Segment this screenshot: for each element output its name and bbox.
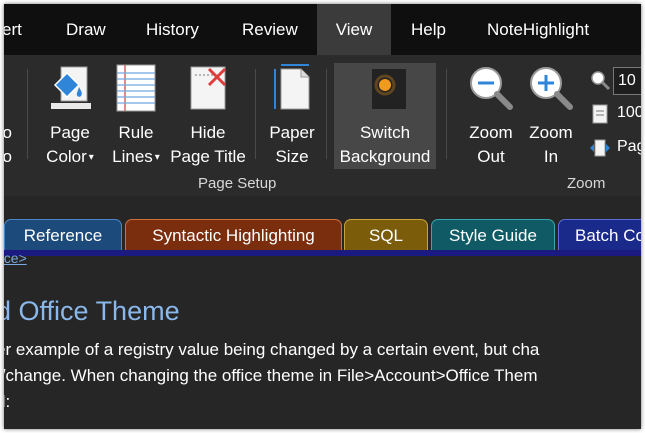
zoom-out-icon xyxy=(470,67,513,110)
hide-page-title-button[interactable]: Hide Page Title xyxy=(166,63,250,173)
ribbon-tab-bar: ert Draw History Review View Help NoteHi… xyxy=(4,4,641,55)
page-text-line: d: xyxy=(4,392,11,411)
zoom-out-label-line1: Zoom xyxy=(469,123,513,142)
page-color-button[interactable]: Page Color ▾ xyxy=(38,63,102,173)
hide-page-title-label-line1: Hide xyxy=(190,123,226,142)
switch-background-label-line2: Background xyxy=(339,147,431,166)
zoom-in-button[interactable]: Zoom In xyxy=(521,63,581,173)
zoom-percentage-input[interactable]: 10 xyxy=(613,67,641,95)
paper-size-icon xyxy=(274,64,310,110)
page-color-label: Page Color ▾ xyxy=(38,121,102,170)
magnifier-icon xyxy=(591,71,611,91)
hide-page-title-label-line2: Page Title xyxy=(170,147,246,166)
page-100-icon xyxy=(592,104,608,124)
onenote-window: ert Draw History Review View Help NoteHi… xyxy=(4,4,641,429)
ribbon-separator xyxy=(27,69,28,159)
tab-insert[interactable]: ert xyxy=(4,4,22,55)
rule-lines-label-line2: Lines xyxy=(112,147,153,166)
page-heading: d Office Theme xyxy=(4,296,180,326)
zoom-100-button[interactable]: 100 xyxy=(589,101,641,127)
tab-notehighlight[interactable]: NoteHighlight xyxy=(487,4,589,55)
page-width-label: Pag xyxy=(617,138,641,155)
rule-lines-label: Rule Lines ▾ xyxy=(107,121,165,170)
page-text-line: :/change. When changing the office theme… xyxy=(4,366,538,385)
cutoff-left-label: o o xyxy=(4,123,12,166)
zoom-percentage-control: 10 xyxy=(589,67,641,95)
section-tab-reference[interactable]: Reference xyxy=(4,219,122,252)
cutoff-left-button[interactable]: o o xyxy=(4,63,14,173)
breadcrumb-link[interactable]: ace> xyxy=(4,250,27,266)
rule-lines-icon xyxy=(116,64,156,112)
page-color-label-line1: Page xyxy=(50,123,90,142)
zoom-out-button[interactable]: Zoom Out xyxy=(461,63,521,173)
tab-draw[interactable]: Draw xyxy=(66,4,106,55)
page-color-label-line2: Color xyxy=(46,147,87,166)
zoom-out-label-line2: Out xyxy=(477,147,505,166)
chevron-down-icon: ▾ xyxy=(154,151,160,163)
zoom-in-label-line2: In xyxy=(543,147,559,166)
zoom-out-label: Zoom Out xyxy=(461,121,521,169)
zoom-100-label: 100 xyxy=(617,104,641,121)
tab-review[interactable]: Review xyxy=(242,4,298,55)
ribbon-separator xyxy=(326,69,327,159)
group-label-page-setup: Page Setup xyxy=(198,175,277,192)
zoom-in-label: Zoom In xyxy=(521,121,581,169)
switch-background-icon xyxy=(372,69,406,109)
page-width-button[interactable]: Pag xyxy=(589,135,641,161)
section-tab-sql[interactable]: SQL xyxy=(344,219,428,252)
chevron-down-icon: ▾ xyxy=(88,151,94,163)
section-tab-batch[interactable]: Batch Co xyxy=(558,219,641,252)
ribbon-separator xyxy=(255,69,256,159)
zoom-in-icon xyxy=(530,67,573,110)
paper-size-label-line2: Size xyxy=(275,147,309,166)
section-tab-syntactic-highlighting[interactable]: Syntactic Highlighting xyxy=(125,219,342,252)
paper-size-label: Paper Size xyxy=(262,121,322,169)
tab-history[interactable]: History xyxy=(146,4,199,55)
paper-size-label-line1: Paper xyxy=(269,123,315,142)
page-text-line: er example of a registry value being cha… xyxy=(4,340,540,359)
rule-lines-label-line1: Rule xyxy=(118,123,154,142)
rule-lines-button[interactable]: Rule Lines ▾ xyxy=(107,63,165,173)
tab-view[interactable]: View xyxy=(317,4,391,55)
hide-page-title-icon xyxy=(190,66,227,110)
zoom-in-label-line1: Zoom xyxy=(529,123,573,142)
ribbon-separator xyxy=(446,69,447,159)
paper-size-button[interactable]: Paper Size xyxy=(262,63,322,173)
page-color-icon xyxy=(51,66,91,109)
section-tab-style-guide[interactable]: Style Guide xyxy=(431,219,555,252)
switch-background-label-line1: Switch xyxy=(359,123,411,142)
page-canvas[interactable]: ace> d Office Theme er example of a regi… xyxy=(4,250,641,429)
group-label-zoom: Zoom xyxy=(567,175,606,192)
page-width-icon xyxy=(590,139,610,157)
section-tab-bar: Reference Syntactic Highlighting SQL Sty… xyxy=(4,196,641,252)
hide-page-title-label: Hide Page Title xyxy=(166,121,250,169)
switch-background-label: Switch Background xyxy=(334,121,436,169)
ribbon-view: o o Page Color ▾ Rule Lines ▾ Hide Page … xyxy=(4,55,641,196)
zoom-percentage-value: 10 xyxy=(618,72,636,89)
tab-help[interactable]: Help xyxy=(411,4,446,55)
switch-background-button[interactable]: Switch Background xyxy=(334,63,436,169)
